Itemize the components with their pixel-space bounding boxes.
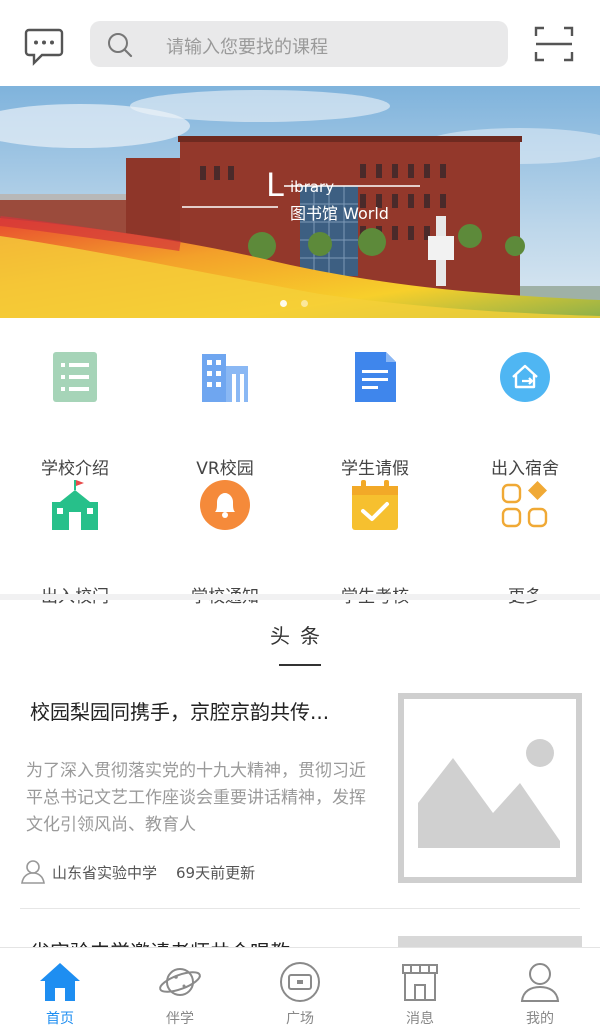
- search-icon: [108, 33, 133, 58]
- tab-study[interactable]: 伴学: [120, 948, 240, 1036]
- grid-item-student-assessment[interactable]: 学生考核: [300, 478, 450, 607]
- grid-item-school-gate[interactable]: 出入校门: [0, 478, 150, 607]
- image-placeholder-icon[interactable]: [398, 693, 582, 883]
- library-banner[interactable]: L ibrary 图书馆 World: [0, 86, 600, 318]
- tab-home[interactable]: 首页: [0, 948, 120, 1036]
- banner-subtitle: 图书馆 World: [290, 204, 389, 223]
- grid-item-more[interactable]: 更多: [450, 478, 600, 607]
- article-summary[interactable]: 为了深入贯彻落实党的十九大精神，贯彻习近平总书记文艺工作座谈会重要讲话精神，发挥…: [26, 758, 366, 839]
- grid-item-dorm-access[interactable]: 出入宿舍: [450, 350, 600, 479]
- article-author: 山东省实验中学: [52, 864, 158, 882]
- pagination-dot[interactable]: [280, 300, 287, 307]
- home-icon: [40, 963, 80, 1001]
- article-separator: [20, 908, 580, 909]
- search-input[interactable]: 请输入您要找的课程: [90, 21, 508, 67]
- grid-item-student-leave[interactable]: 学生请假: [300, 350, 450, 479]
- grid-item-label: 学生请假: [341, 459, 409, 479]
- planet-icon: [159, 968, 201, 996]
- grid-item-label: 学校介绍: [41, 459, 109, 479]
- school-gate-icon: [52, 480, 98, 530]
- function-grid: 学校介绍 VR校园 学生请假 出入宿舍: [0, 318, 600, 607]
- shop-icon: [402, 964, 438, 1001]
- top-header: 请输入您要找的课程: [0, 0, 600, 86]
- article-title[interactable]: 校园梨园同携手，京腔京韵共传...: [30, 696, 375, 725]
- section-title: 头条: [270, 624, 330, 648]
- calendar-check-icon: [352, 480, 398, 530]
- section-title-underline: [279, 664, 321, 666]
- tab-label: 首页: [46, 1011, 74, 1027]
- buildings-icon: [202, 354, 248, 402]
- scan-icon[interactable]: [534, 24, 574, 64]
- document-icon: [355, 352, 396, 402]
- banner-pagination: [280, 292, 322, 311]
- bell-icon: [200, 480, 250, 530]
- person-icon: [21, 860, 45, 884]
- tab-label: 我的: [526, 1011, 554, 1027]
- grid-item-school-intro[interactable]: 学校介绍: [0, 350, 150, 479]
- square-icon: [280, 962, 320, 1002]
- school-intro-icon: [53, 352, 97, 402]
- more-apps-icon: [501, 481, 548, 528]
- user-icon: [520, 963, 560, 1002]
- tab-mine[interactable]: 我的: [480, 948, 600, 1036]
- grid-item-label: 出入宿舍: [491, 459, 559, 479]
- message-bubble-icon[interactable]: [24, 26, 64, 66]
- bottom-tab-bar: 首页 伴学 广场 消息 我的: [0, 947, 600, 1036]
- article-update-time: 69天前更新: [176, 864, 256, 882]
- headline-section: 头条 校园梨园同携手，京腔京韵共传... 为了深入贯彻落实党的十九大精神，贯彻习…: [0, 600, 600, 952]
- grid-item-school-notice[interactable]: 学校通知: [150, 478, 300, 607]
- tab-messages[interactable]: 消息: [360, 948, 480, 1036]
- banner-title: ibrary: [290, 178, 335, 196]
- grid-item-label: VR校园: [196, 459, 254, 479]
- home-exit-icon: [500, 352, 550, 402]
- grid-item-vr-campus[interactable]: VR校园: [150, 350, 300, 479]
- search-placeholder: 请输入您要找的课程: [166, 37, 328, 58]
- banner-title-initial: L: [266, 166, 284, 204]
- tab-label: 伴学: [166, 1011, 194, 1027]
- tab-label: 广场: [286, 1011, 314, 1027]
- tab-label: 消息: [406, 1011, 434, 1027]
- tab-plaza[interactable]: 广场: [240, 948, 360, 1036]
- pagination-dot[interactable]: [301, 300, 308, 307]
